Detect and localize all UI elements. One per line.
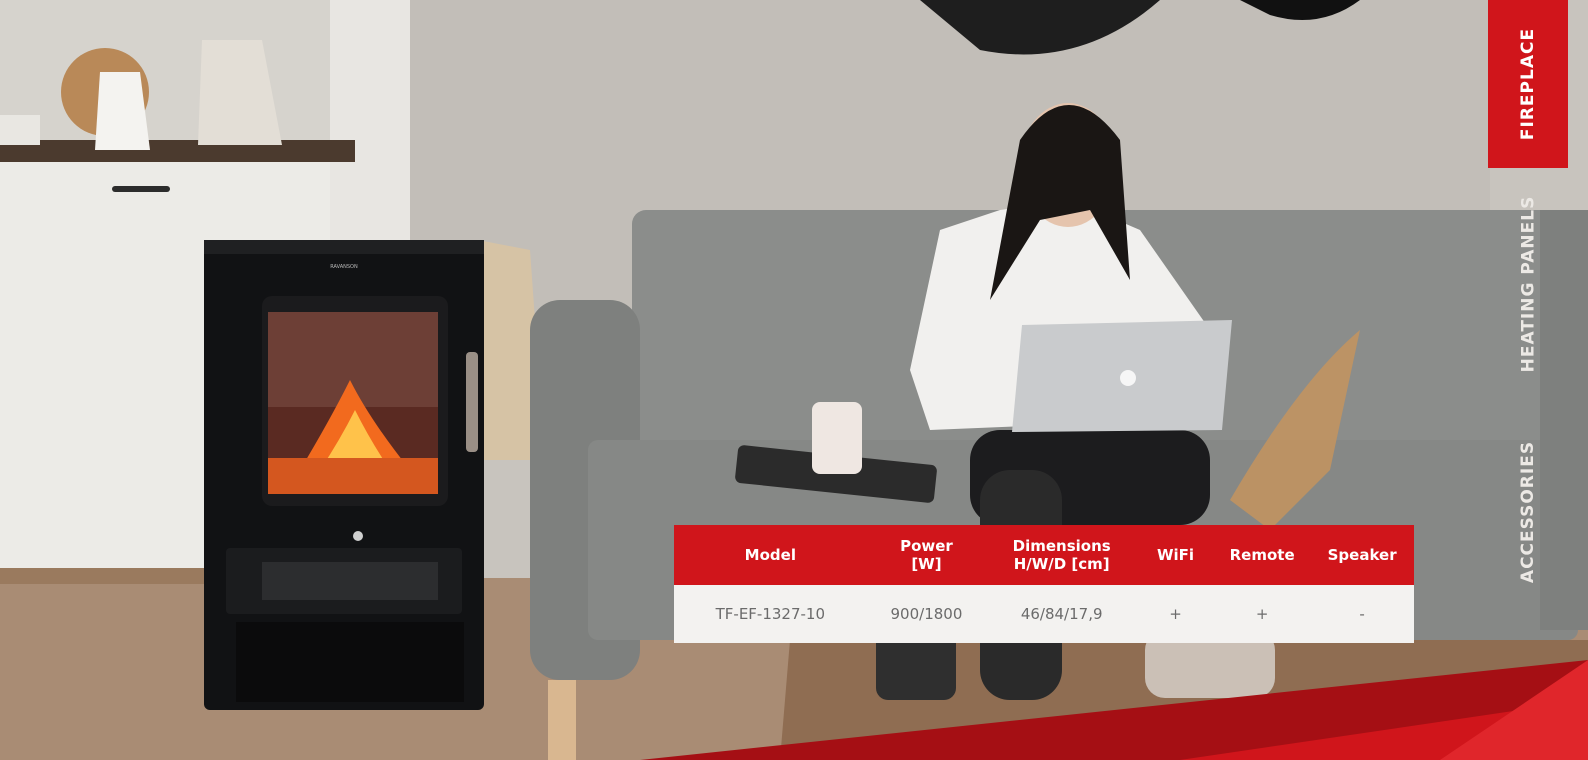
col-speaker: Speaker [1310, 525, 1414, 585]
side-tab-heating-panels[interactable]: HEATING PANELS [1488, 180, 1568, 388]
cell-power: 900/1800 [866, 585, 987, 643]
col-dimensions: Dimensions H/W/D [cm] [986, 525, 1138, 585]
cell-wifi: + [1137, 585, 1214, 643]
category-side-nav: FIREPLACE HEATING PANELS ACCESSORIES [1488, 0, 1588, 600]
side-tab-accessories[interactable]: ACCESSORIES [1488, 412, 1568, 612]
room-scene-illustration: RAVANSON [0, 0, 1588, 760]
spec-table-header-row: Model Power [W] Dimensions H/W/D [cm] Wi… [674, 525, 1414, 585]
side-tab-label: HEATING PANELS [1518, 195, 1539, 373]
col-power: Power [W] [866, 525, 987, 585]
cell-model: TF-EF-1327-10 [674, 585, 867, 643]
col-remote: Remote [1213, 525, 1311, 585]
side-tab-label: ACCESSORIES [1518, 440, 1539, 584]
side-tab-label: FIREPLACE [1518, 27, 1538, 141]
cell-dimensions: 46/84/17,9 [986, 585, 1138, 643]
col-model: Model [674, 525, 867, 585]
cell-speaker: - [1310, 585, 1414, 643]
cell-remote: + [1213, 585, 1311, 643]
col-wifi: WiFi [1137, 525, 1214, 585]
product-banner: RAVANSON FIREPLACE HEATING PANELS ACCESS… [0, 0, 1588, 760]
fireplace-brand-logo: RAVANSON [330, 264, 358, 270]
electric-fireplace [204, 240, 484, 710]
spec-table: Model Power [W] Dimensions H/W/D [cm] Wi… [674, 525, 1414, 643]
table-row: TF-EF-1327-10 900/1800 46/84/17,9 + + - [674, 585, 1414, 643]
side-tab-fireplace[interactable]: FIREPLACE [1488, 0, 1568, 168]
